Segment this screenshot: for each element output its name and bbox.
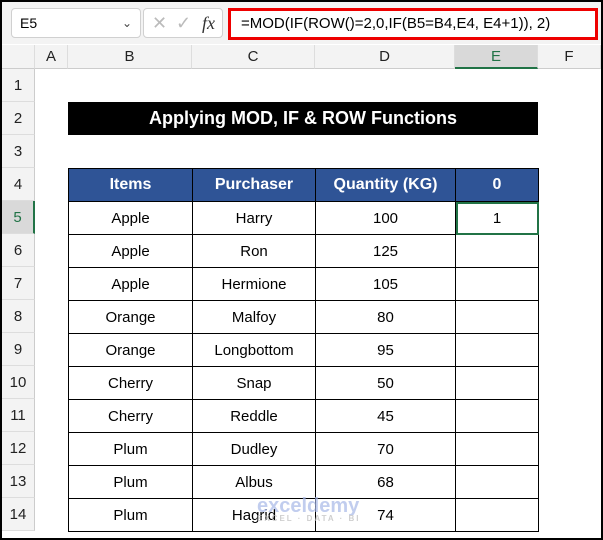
sheet-title: Applying MOD, IF & ROW Functions (68, 102, 538, 135)
table-cell[interactable]: 105 (315, 267, 456, 301)
table-cell[interactable]: Plum (68, 432, 193, 466)
table-cell[interactable]: 125 (315, 234, 456, 268)
header-items[interactable]: Items (68, 168, 193, 202)
row-header[interactable]: 4 (2, 168, 35, 201)
table-cell[interactable] (455, 366, 539, 400)
fx-icon[interactable]: fx (202, 9, 215, 37)
header-purchaser[interactable]: Purchaser (192, 168, 316, 202)
col-header-b[interactable]: B (68, 45, 192, 69)
row-header[interactable]: 8 (2, 300, 35, 333)
table-cell[interactable]: Orange (68, 333, 193, 367)
table-cell[interactable] (455, 300, 539, 334)
table-cell[interactable]: Malfoy (192, 300, 316, 334)
header-e4[interactable]: 0 (455, 168, 539, 202)
table-row: Apple Ron 125 (68, 234, 539, 268)
table-header-row: Items Purchaser Quantity (KG) 0 (68, 168, 539, 202)
table-cell[interactable]: 95 (315, 333, 456, 367)
table-cell[interactable] (455, 498, 539, 532)
name-box-value: E5 (20, 15, 38, 31)
select-all[interactable] (2, 45, 35, 69)
table-cell[interactable]: 100 (315, 201, 456, 235)
table-cell[interactable] (455, 267, 539, 301)
table-cell[interactable] (455, 465, 539, 499)
table-cell[interactable]: Plum (68, 498, 193, 532)
table-cell[interactable] (455, 333, 539, 367)
table-cell[interactable]: 1 (455, 201, 539, 235)
table-cell[interactable]: 50 (315, 366, 456, 400)
table-row: Apple Harry 100 1 (68, 201, 539, 235)
row-header[interactable]: 13 (2, 465, 35, 498)
formula-bar: E5 ⌄ ✕ ✓ fx =MOD(IF(ROW()=2,0,IF(B5=B4,E4… (2, 2, 601, 44)
col-header-a[interactable]: A (35, 45, 68, 69)
spreadsheet-window: E5 ⌄ ✕ ✓ fx =MOD(IF(ROW()=2,0,IF(B5=B4,E4… (2, 2, 601, 538)
row-header[interactable]: 3 (2, 135, 35, 168)
col-header-e[interactable]: E (455, 45, 538, 69)
table-cell[interactable]: Cherry (68, 399, 193, 433)
col-header-f[interactable]: F (538, 45, 601, 69)
row-header[interactable]: 5 (2, 201, 35, 234)
row-header[interactable]: 7 (2, 267, 35, 300)
table-cell[interactable]: Ron (192, 234, 316, 268)
row-header[interactable]: 2 (2, 102, 35, 135)
table-cell[interactable]: Longbottom (192, 333, 316, 367)
table-cell[interactable]: Orange (68, 300, 193, 334)
row-header[interactable]: 9 (2, 333, 35, 366)
header-quantity[interactable]: Quantity (KG) (315, 168, 456, 202)
table-cell[interactable]: 68 (315, 465, 456, 499)
enter-icon[interactable]: ✓ (176, 9, 191, 37)
table-cell[interactable]: Apple (68, 201, 193, 235)
cancel-icon[interactable]: ✕ (152, 9, 167, 37)
exceldemy-watermark: exceldemy EXCEL · DATA · BI (257, 495, 361, 523)
table-row: Orange Longbottom 95 (68, 333, 539, 367)
formula-input[interactable]: =MOD(IF(ROW()=2,0,IF(B5=B4,E4, E4+1)), 2… (228, 8, 598, 40)
col-header-c[interactable]: C (192, 45, 315, 69)
table-cell[interactable]: 80 (315, 300, 456, 334)
table-row: Cherry Reddle 45 (68, 399, 539, 433)
row-header[interactable]: 1 (2, 69, 35, 102)
table-row: Plum Albus 68 (68, 465, 539, 499)
row-header[interactable]: 11 (2, 399, 35, 432)
name-box[interactable]: E5 ⌄ (11, 8, 141, 38)
table-cell[interactable]: Reddle (192, 399, 316, 433)
table-cell[interactable] (455, 432, 539, 466)
row-header[interactable]: 6 (2, 234, 35, 267)
table-cell[interactable]: Apple (68, 234, 193, 268)
table-cell[interactable]: Dudley (192, 432, 316, 466)
data-table: Items Purchaser Quantity (KG) 0 Apple Har… (68, 168, 539, 532)
table-row: Apple Hermione 105 (68, 267, 539, 301)
col-header-d[interactable]: D (315, 45, 455, 69)
formula-buttons: ✕ ✓ fx (143, 8, 223, 38)
table-cell[interactable] (455, 234, 539, 268)
table-cell[interactable]: Albus (192, 465, 316, 499)
row-header[interactable]: 14 (2, 498, 35, 531)
table-cell[interactable]: 45 (315, 399, 456, 433)
table-cell[interactable]: Cherry (68, 366, 193, 400)
table-cell[interactable]: Hermione (192, 267, 316, 301)
table-cell[interactable]: Snap (192, 366, 316, 400)
table-row: Orange Malfoy 80 (68, 300, 539, 334)
table-row: Cherry Snap 50 (68, 366, 539, 400)
table-cell[interactable]: Plum (68, 465, 193, 499)
row-header[interactable]: 12 (2, 432, 35, 465)
table-row: Plum Dudley 70 (68, 432, 539, 466)
table-cell[interactable]: Harry (192, 201, 316, 235)
table-cell[interactable] (455, 399, 539, 433)
table-cell[interactable]: Apple (68, 267, 193, 301)
table-cell[interactable]: 70 (315, 432, 456, 466)
row-header[interactable]: 10 (2, 366, 35, 399)
chevron-down-icon[interactable]: ⌄ (122, 9, 132, 37)
